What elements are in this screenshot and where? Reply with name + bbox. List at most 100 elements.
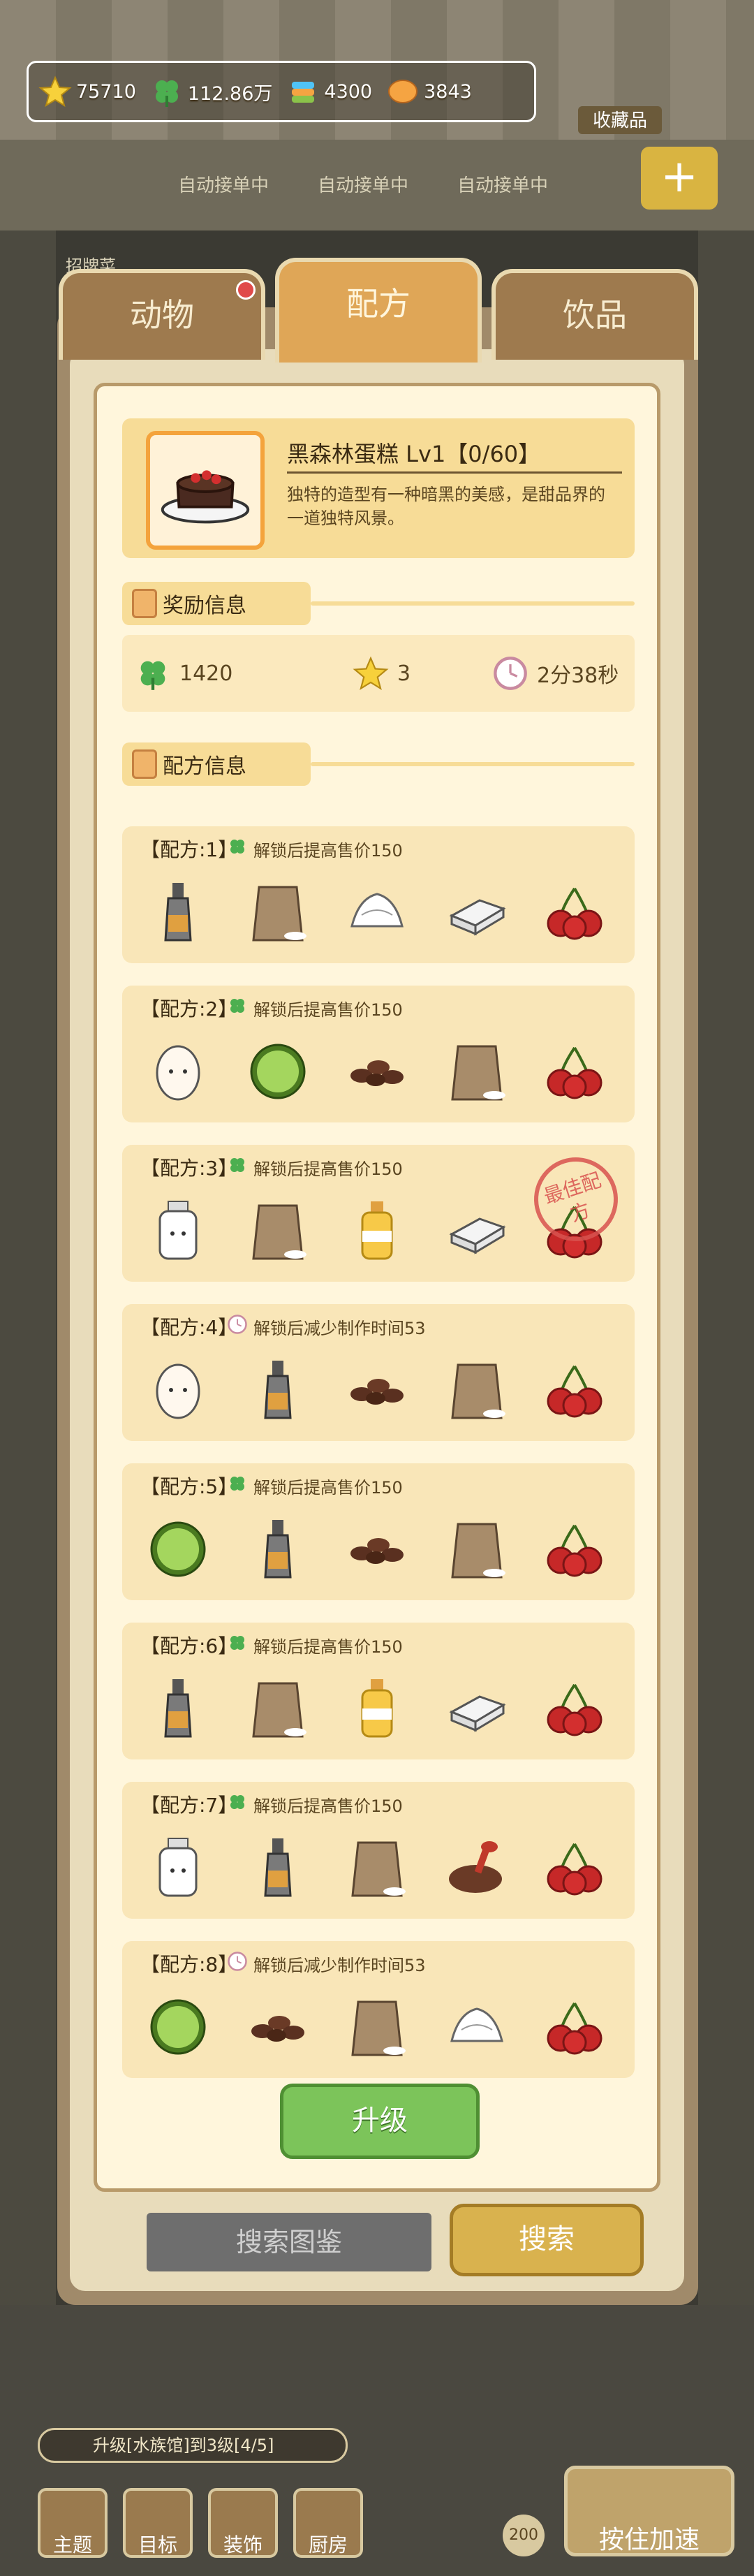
flour-bag-icon xyxy=(243,1196,313,1266)
recipe-bonus-text: 解锁后减少制作时间53 xyxy=(253,1955,426,1975)
speed-up-button[interactable]: 按住加速 xyxy=(564,2466,734,2556)
recipe-bonus-text: 解锁后提高售价150 xyxy=(253,840,403,861)
reward-time: 2分38秒 xyxy=(492,655,619,691)
reward-section-header: 奖励信息 xyxy=(122,582,635,625)
search-input[interactable]: 搜索图鉴 xyxy=(147,2213,431,2271)
recipe-card[interactable]: 【配方:4】 解锁后减少制作时间53 xyxy=(122,1304,635,1441)
right-wall xyxy=(698,230,754,2326)
dish-name: 黑森林蛋糕 Lv1【0/60】 xyxy=(287,441,541,467)
milk-icon xyxy=(143,1196,213,1266)
clover-icon xyxy=(155,80,178,107)
section-divider xyxy=(311,762,635,766)
recipe-bonus: 解锁后提高售价150 xyxy=(227,836,403,861)
search-button[interactable]: 搜索 xyxy=(450,2204,644,2276)
recipe-section-header: 配方信息 xyxy=(122,742,635,786)
order-status-label: 自动接单中 xyxy=(457,175,548,196)
sauce-bottle-icon xyxy=(243,1514,313,1584)
gem-count: 4300 xyxy=(324,80,373,103)
recipe-bonus-text: 解锁后提高售价150 xyxy=(253,1477,403,1498)
nav-goals[interactable]: 目标 xyxy=(123,2488,193,2558)
clover-currency: 112.86万 xyxy=(150,75,272,108)
recipe-card[interactable]: 【配方:3】 解锁后提高售价150 最佳配方 xyxy=(122,1145,635,1282)
recipe-bonus: 解锁后提高售价150 xyxy=(227,1632,403,1657)
star-currency: 75710 xyxy=(38,75,136,108)
recipe-card[interactable]: 【配方:8】 解锁后减少制作时间53 xyxy=(122,1941,635,2078)
reward-clover: 1420 xyxy=(135,655,232,691)
sauce-bottle-icon xyxy=(143,1674,213,1743)
tab-recipes[interactable]: 配方 xyxy=(275,258,482,363)
flour-bag-icon xyxy=(342,1833,412,1903)
recipe-bonus-text: 解锁后提高售价150 xyxy=(253,1000,403,1020)
egg-icon xyxy=(143,1037,213,1106)
nav-kitchen[interactable]: 厨房 xyxy=(293,2488,363,2558)
dish-card: 黑森林蛋糕 Lv1【0/60】 独特的造型有一种暗黑的美感，是甜品界的一道独特风… xyxy=(122,418,635,558)
nav-theme[interactable]: 主题 xyxy=(38,2488,108,2558)
recipe-card[interactable]: 【配方:2】 解锁后提高售价150 xyxy=(122,986,635,1122)
butter-icon xyxy=(442,1674,512,1743)
clover-icon xyxy=(227,995,248,1020)
currency-bar: 75710 112.86万 4300 3843 xyxy=(27,61,536,122)
coin-currency: 3843 xyxy=(386,75,472,108)
cocoa-beans-icon xyxy=(243,1992,313,2062)
cherries-icon xyxy=(541,1992,611,2062)
clock-icon xyxy=(227,1314,248,1339)
tab-label: 配方 xyxy=(346,285,411,323)
ingredient-row xyxy=(143,1033,611,1110)
add-currency-button[interactable]: + xyxy=(641,147,718,210)
recipe-bonus: 解锁后提高售价150 xyxy=(227,995,403,1020)
cocoa-beans-icon xyxy=(342,1355,412,1425)
recipe-bonus: 解锁后减少制作时间53 xyxy=(227,1314,426,1339)
clover-icon xyxy=(140,661,165,690)
oil-bottle-icon xyxy=(342,1196,412,1266)
nav-decor[interactable]: 装饰 xyxy=(208,2488,278,2558)
upgrade-button[interactable]: 升级 xyxy=(280,2084,480,2159)
speed-counter: 200 xyxy=(503,2515,545,2556)
reward-stars-value: 3 xyxy=(397,661,411,686)
butter-icon xyxy=(442,1196,512,1266)
ingredient-row xyxy=(143,1829,611,1906)
recipe-card[interactable]: 【配方:1】 解锁后提高售价150 xyxy=(122,826,635,963)
recipe-title: 【配方:1】 xyxy=(140,838,238,861)
cherries-icon xyxy=(541,1037,611,1106)
flour-bag-icon xyxy=(442,1037,512,1106)
recipe-card[interactable]: 【配方:7】 解锁后提高售价150 xyxy=(122,1782,635,1919)
butter-icon xyxy=(442,877,512,947)
document-icon xyxy=(132,589,157,618)
sauce-bottle-icon xyxy=(143,877,213,947)
recipe-title: 【配方:3】 xyxy=(140,1157,238,1180)
whipped-cream-icon xyxy=(442,1992,512,2062)
quest-progress-bar[interactable]: 升级[水族馆]到3级[4/5] xyxy=(38,2428,348,2463)
ingredient-row xyxy=(143,874,611,951)
dish-description: 独特的造型有一种暗黑的美感，是甜品界的一道独特风景。 xyxy=(287,485,605,528)
clover-count: 112.86万 xyxy=(187,82,273,105)
recipe-title: 【配方:2】 xyxy=(140,997,238,1020)
order-status-label: 自动接单中 xyxy=(317,175,408,196)
cherries-icon xyxy=(541,1833,611,1903)
recipe-title: 【配方:8】 xyxy=(140,1953,238,1976)
recipe-title: 【配方:5】 xyxy=(140,1475,238,1498)
whipped-cream-icon xyxy=(342,877,412,947)
egg-icon xyxy=(143,1355,213,1425)
tab-label: 饮品 xyxy=(563,296,627,334)
recipe-card[interactable]: 【配方:5】 解锁后提高售价150 xyxy=(122,1463,635,1600)
reward-stars: 3 xyxy=(353,655,411,691)
flour-bag-icon xyxy=(243,877,313,947)
reward-time-value: 2分38秒 xyxy=(537,664,619,688)
section-title: 奖励信息 xyxy=(163,594,246,618)
tab-drinks[interactable]: 饮品 xyxy=(491,269,698,360)
recipe-card[interactable]: 【配方:6】 解锁后提高售价150 xyxy=(122,1623,635,1759)
notification-dot xyxy=(236,280,256,300)
tab-animals[interactable]: 动物 xyxy=(59,269,265,360)
cherries-icon xyxy=(541,877,611,947)
coin-icon xyxy=(388,80,418,103)
milk-icon xyxy=(143,1833,213,1903)
cherries-icon xyxy=(541,1355,611,1425)
collection-label[interactable]: 收藏品 xyxy=(578,106,662,134)
star-icon xyxy=(353,656,389,691)
clock-icon xyxy=(227,1951,248,1976)
sauce-bottle-icon xyxy=(243,1833,313,1903)
reward-clover-value: 1420 xyxy=(179,661,233,686)
cocoa-beans-icon xyxy=(342,1514,412,1584)
cherries-icon xyxy=(541,1674,611,1743)
recipe-bonus-text: 解锁后提高售价150 xyxy=(253,1159,403,1179)
